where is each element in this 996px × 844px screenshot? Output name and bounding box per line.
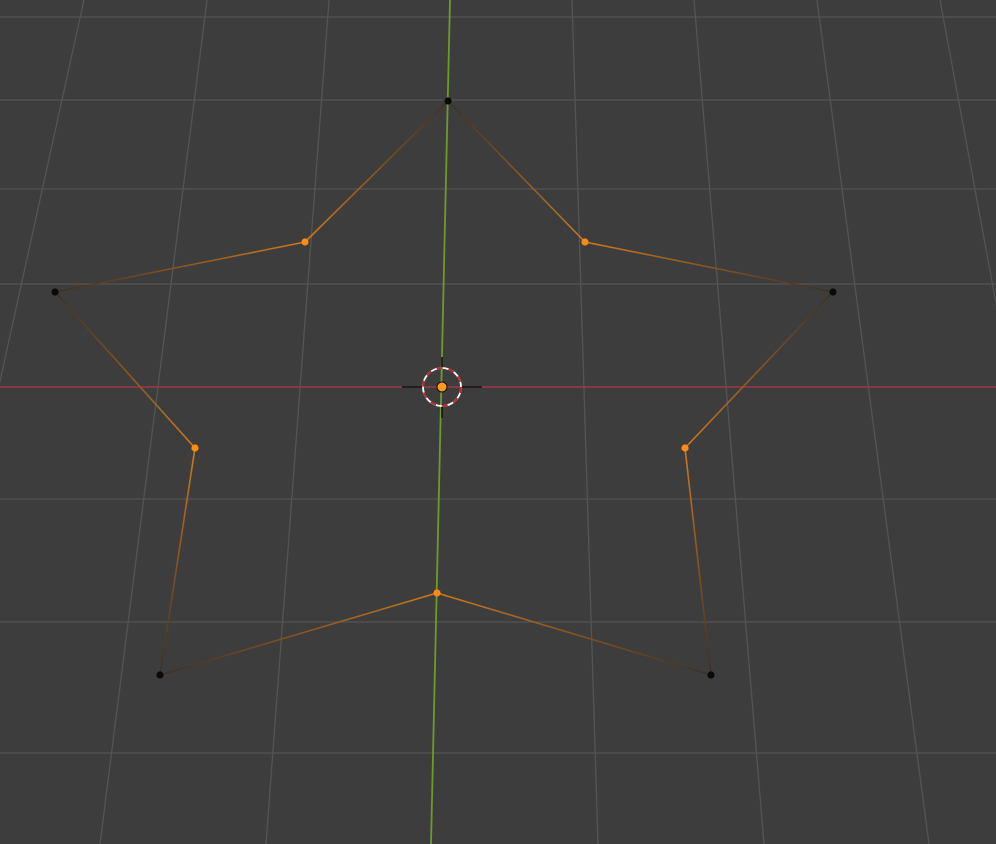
vertex-outer-right[interactable] bbox=[829, 288, 837, 296]
mesh-edge bbox=[304, 100, 449, 243]
vertex-outer-bottom-left[interactable] bbox=[156, 671, 164, 679]
mesh-edge bbox=[447, 100, 586, 243]
object-origin-icon bbox=[436, 381, 448, 393]
viewport-canvas[interactable] bbox=[0, 0, 996, 844]
mesh-edge bbox=[436, 592, 712, 676]
mesh-edge bbox=[159, 592, 438, 676]
vertex-inner-top-right[interactable] bbox=[581, 238, 589, 246]
vertex-inner-bottom-left[interactable] bbox=[191, 444, 199, 452]
vertex-outer-top[interactable] bbox=[444, 97, 452, 105]
3d-viewport[interactable] bbox=[0, 0, 996, 844]
mesh-edge bbox=[684, 447, 712, 676]
mesh-edge bbox=[684, 291, 834, 449]
vertex-outer-bottom-right[interactable] bbox=[707, 671, 715, 679]
viewport-grid bbox=[0, 0, 996, 844]
mesh-edge bbox=[159, 447, 196, 676]
mesh-edge bbox=[54, 291, 196, 449]
vertex-outer-left[interactable] bbox=[51, 288, 59, 296]
vertex-inner-bottom[interactable] bbox=[433, 589, 441, 597]
y-axis-line bbox=[430, 0, 451, 844]
vertex-inner-bottom-right[interactable] bbox=[681, 444, 689, 452]
vertex-inner-top-left[interactable] bbox=[301, 238, 309, 246]
